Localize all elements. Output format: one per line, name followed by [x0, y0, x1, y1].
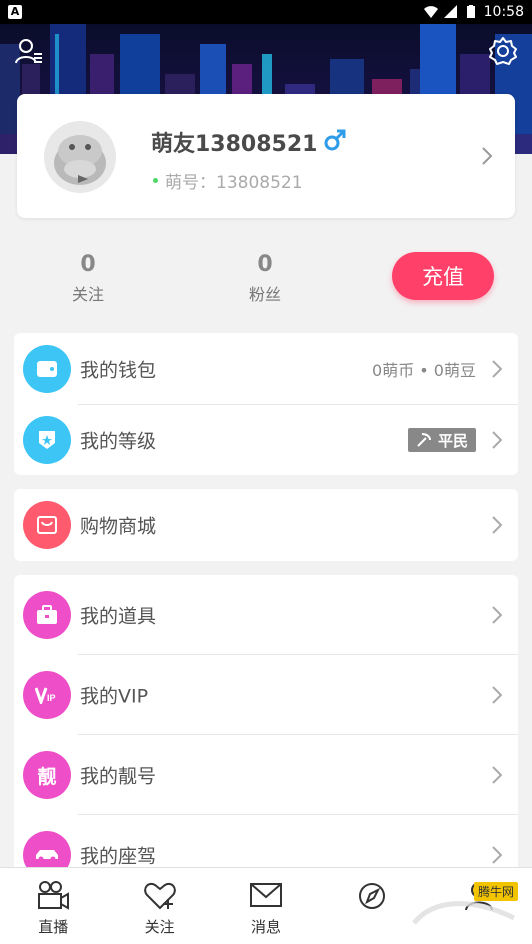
user-id: 萌号：13808521 — [153, 168, 303, 193]
hippo-avatar-icon — [54, 135, 106, 185]
fans-count: 0 — [257, 252, 273, 277]
level-icon — [23, 416, 71, 464]
car-label: 我的座驾 — [80, 845, 157, 868]
message-envelope-icon — [250, 883, 283, 907]
following-stat[interactable]: 0 关注 — [58, 252, 118, 305]
chevron-right-icon — [492, 766, 502, 784]
props-row[interactable]: 我的道具 — [14, 575, 518, 655]
chevron-right-icon — [492, 431, 502, 449]
shop-group: 购物商城 — [14, 489, 518, 561]
fans-label: 粉丝 — [248, 285, 281, 304]
wallet-balance: 0萌币 • 0萌豆 — [372, 361, 476, 380]
status-bar: A 10:58 — [0, 0, 532, 24]
nickname: 萌友13808521 — [151, 132, 318, 157]
props-icon — [23, 591, 71, 639]
follow-heart-icon — [143, 883, 176, 910]
settings-gear-icon[interactable] — [488, 36, 518, 66]
shop-label: 购物商城 — [80, 515, 157, 538]
nav-live-label: 直播 — [38, 918, 69, 936]
watermark-logo: 腾牛网 — [404, 878, 524, 938]
pretty-number-label: 我的靓号 — [80, 765, 157, 788]
vip-row[interactable]: IP 我的VIP — [14, 655, 518, 735]
vip-icon: IP — [23, 671, 71, 719]
wifi-icon — [423, 6, 438, 18]
online-dot-icon — [153, 178, 158, 183]
switch-account-icon[interactable] — [14, 36, 44, 66]
user-id-text: 萌号：13808521 — [165, 173, 303, 193]
level-badge: 平民 — [407, 428, 476, 452]
live-camera-icon — [38, 881, 70, 910]
following-label: 关注 — [71, 285, 104, 304]
items-group: 我的道具 IP 我的VIP 靓 我的靓号 我的座驾 — [14, 575, 518, 879]
nav-message[interactable]: 消息 — [213, 868, 319, 944]
battery-icon — [466, 5, 475, 18]
nav-message-label: 消息 — [251, 918, 282, 936]
wallet-icon — [23, 345, 71, 393]
watermark-swoosh-icon — [412, 901, 516, 925]
status-icons: 10:58 — [423, 4, 524, 20]
fans-stat[interactable]: 0 粉丝 — [235, 252, 295, 305]
shop-row[interactable]: 购物商城 — [14, 489, 518, 561]
discover-icon — [359, 883, 386, 909]
chevron-right-icon — [492, 686, 502, 704]
chevron-right-icon — [492, 606, 502, 624]
male-icon — [324, 129, 346, 151]
wallet-label: 我的钱包 — [80, 359, 157, 382]
nav-live[interactable]: 直播 — [0, 868, 106, 944]
props-label: 我的道具 — [80, 605, 157, 628]
following-count: 0 — [80, 252, 96, 277]
status-time: 10:58 — [483, 4, 524, 20]
chevron-right-icon — [492, 846, 502, 864]
pretty-number-icon: 靓 — [23, 751, 71, 799]
chevron-right-icon — [492, 516, 502, 534]
svg-text:IP: IP — [47, 693, 56, 703]
recharge-button[interactable]: 充值 — [392, 252, 494, 300]
nav-follow[interactable]: 关注 — [106, 868, 212, 944]
account-group: 我的钱包 0萌币 • 0萌豆 我的等级 平民 — [14, 333, 518, 475]
level-row[interactable]: 我的等级 平民 — [14, 405, 518, 475]
pretty-number-row[interactable]: 靓 我的靓号 — [14, 735, 518, 815]
nav-follow-label: 关注 — [144, 918, 175, 936]
chevron-right-icon — [482, 147, 493, 165]
level-badge-text: 平民 — [437, 431, 468, 450]
signal-icon — [443, 5, 457, 18]
chevron-right-icon — [492, 360, 502, 378]
shop-bag-icon — [23, 501, 71, 549]
notification-icon: A — [8, 5, 22, 19]
level-label: 我的等级 — [80, 430, 157, 453]
vip-label: 我的VIP — [80, 685, 149, 708]
avatar[interactable] — [44, 121, 116, 193]
pickaxe-icon — [417, 433, 431, 447]
wallet-row[interactable]: 我的钱包 0萌币 • 0萌豆 — [14, 333, 518, 405]
profile-card[interactable]: 萌友13808521 萌号：13808521 — [17, 94, 515, 218]
